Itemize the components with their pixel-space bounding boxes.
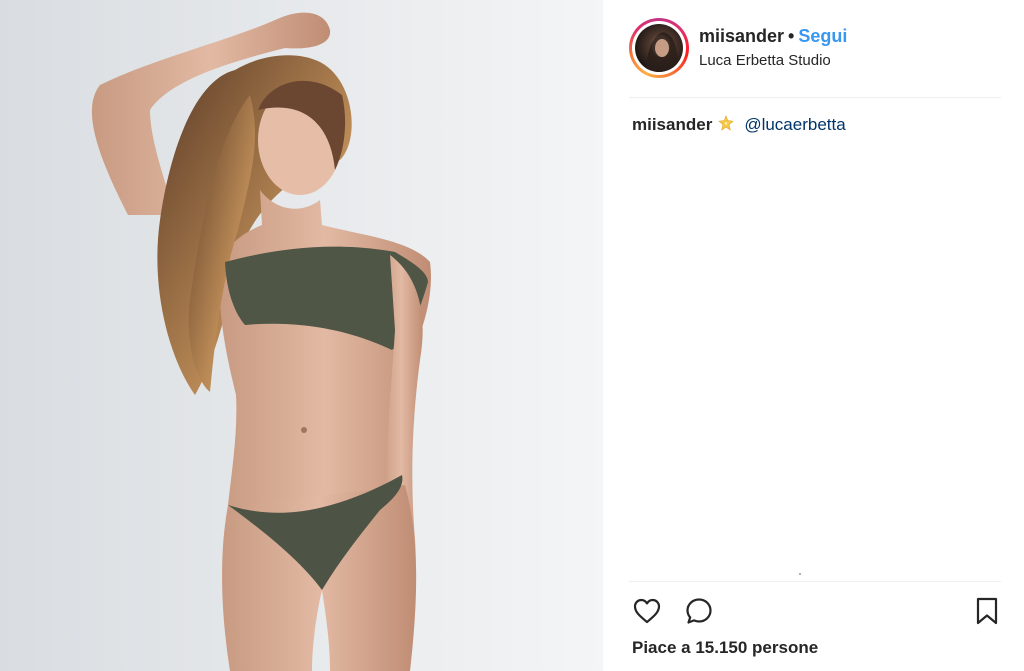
caption-mention-link[interactable]: @lucaerbetta (744, 115, 845, 134)
post-caption: miisander @lucaerbetta (632, 115, 846, 136)
header-username[interactable]: miisander (699, 26, 784, 46)
header-title-row: miisander • Segui (699, 26, 847, 47)
avatar-frame (632, 21, 686, 75)
likes-count[interactable]: Piace a 15.150 persone (632, 638, 818, 658)
header-divider (629, 97, 1001, 98)
bookmark-icon[interactable] (972, 596, 1002, 626)
star-icon (718, 115, 735, 136)
comment-icon[interactable] (684, 596, 714, 626)
heart-icon[interactable] (632, 596, 662, 626)
avatar-portrait (645, 32, 678, 72)
action-bar (632, 596, 1002, 626)
post-photo-illustration (0, 0, 603, 671)
post-header: miisander • Segui Luca Erbetta Studio (629, 16, 1001, 82)
location-link[interactable]: Luca Erbetta Studio (699, 52, 831, 69)
avatar[interactable] (635, 24, 683, 72)
post-photo[interactable] (0, 0, 603, 671)
follow-button[interactable]: Segui (798, 26, 847, 46)
caption-username[interactable]: miisander (632, 115, 712, 134)
comments-scroll-marker (799, 573, 801, 575)
header-separator: • (788, 26, 795, 46)
story-ring[interactable] (629, 18, 689, 78)
post-side-panel: miisander • Segui Luca Erbetta Studio miis… (603, 0, 1024, 671)
actions-divider (629, 581, 1001, 582)
